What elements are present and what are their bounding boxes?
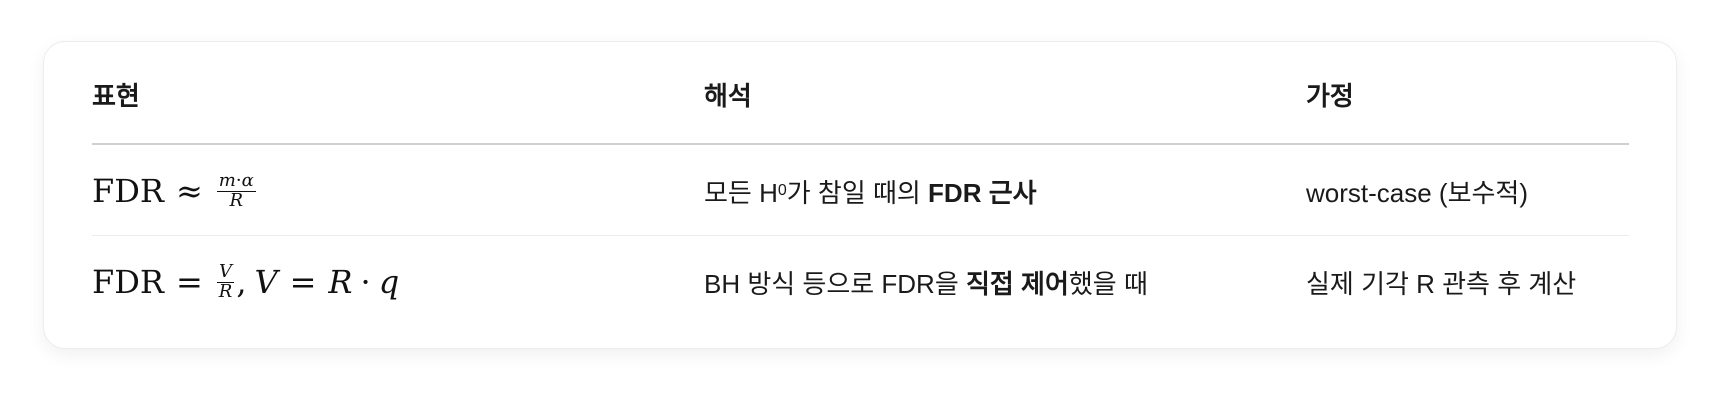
fraction-denominator: R <box>229 189 244 211</box>
formula-lhs: FDR <box>92 263 164 301</box>
formula-approx: FDR ≈ m·α R <box>92 169 258 211</box>
fraction-numerator: V <box>217 260 235 283</box>
header-expression: 표현 <box>92 81 140 111</box>
formula-operator: = <box>175 263 203 301</box>
fraction-denominator: R <box>218 280 233 302</box>
formula-cell: FDR ≈ m·α R <box>92 145 704 235</box>
fraction: m·α R <box>216 169 256 211</box>
formula-lhs: FDR <box>92 172 164 210</box>
table-header-row: 표현 해석 가정 <box>92 42 1629 145</box>
interpretation-cell: BH 방식 등으로 FDR을 직접 제어 했을 때 <box>704 268 1148 299</box>
interpretation-cell: 모든 H0가 참일 때의 FDR 근사 <box>704 177 1037 208</box>
assumption-cell: 실제 기각 R 관측 후 계산 <box>1306 268 1577 299</box>
assumption-cell: worst-case (보수적) <box>1306 177 1528 208</box>
header-assumption: 가정 <box>1306 81 1354 111</box>
header-interpretation: 해석 <box>704 81 752 111</box>
formula-operator: ≈ <box>175 172 203 210</box>
fdr-table: 표현 해석 가정 FDR ≈ m·α R 모든 H0가 참일 때의 FDR 근사… <box>92 42 1629 326</box>
formula-cell: FDR = V R , V = R · q <box>92 236 704 326</box>
formula-equals: FDR = V R , V = R · q <box>92 260 400 302</box>
fraction: V R <box>217 260 235 302</box>
fraction-numerator: m·α <box>216 169 256 192</box>
table-card: 표현 해석 가정 FDR ≈ m·α R 모든 H0가 참일 때의 FDR 근사… <box>43 41 1677 349</box>
table-row: FDR = V R , V = R · q BH 방식 등으로 FDR을 직접 … <box>92 236 1629 326</box>
table-row: FDR ≈ m·α R 모든 H0가 참일 때의 FDR 근사 worst-ca… <box>92 145 1629 236</box>
